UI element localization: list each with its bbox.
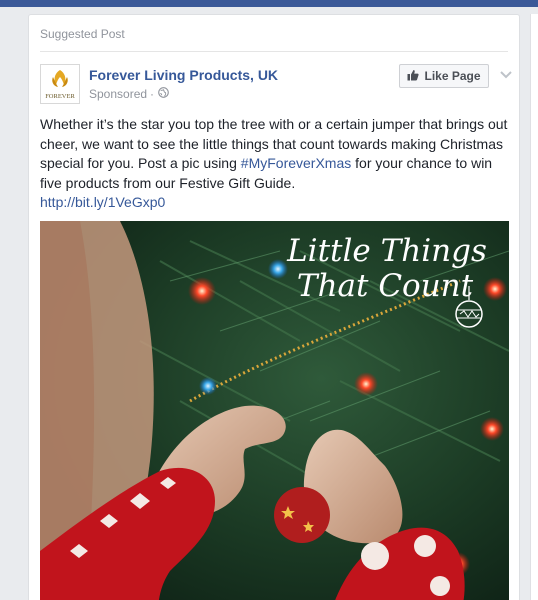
globe-icon[interactable]	[158, 87, 169, 101]
like-page-button[interactable]: Like Page	[399, 64, 489, 88]
post-image[interactable]: Little Things That Count	[40, 221, 509, 600]
suggested-post-label: Suggested Post	[40, 27, 125, 41]
post-body-text: Whether it’s the star you top the tree w…	[40, 115, 510, 213]
page-name-link[interactable]: Forever Living Products, UK	[89, 67, 278, 83]
image-headline-line2: That Count	[297, 268, 474, 304]
like-page-label: Like Page	[424, 69, 481, 83]
page-avatar[interactable]: FOREVER	[40, 64, 80, 104]
hashtag-link[interactable]: #MyForeverXmas	[241, 155, 351, 171]
forever-logo-icon: FOREVER	[41, 65, 79, 103]
thumbs-up-icon	[407, 69, 420, 84]
avatar-wordmark: FOREVER	[45, 93, 75, 100]
right-column	[530, 14, 538, 600]
post-card: Suggested Post FOREVER Forever Living Pr…	[28, 14, 520, 600]
external-link[interactable]: http://bit.ly/1VeGxp0	[40, 194, 165, 210]
sponsored-row: Sponsored ·	[89, 87, 169, 101]
chevron-down-icon[interactable]	[499, 67, 513, 79]
image-headline-line1: Little Things	[286, 233, 487, 269]
header-divider	[40, 51, 508, 52]
meta-separator: ·	[150, 87, 155, 101]
sponsored-label[interactable]: Sponsored	[89, 87, 147, 101]
top-nav-bar	[0, 0, 538, 7]
